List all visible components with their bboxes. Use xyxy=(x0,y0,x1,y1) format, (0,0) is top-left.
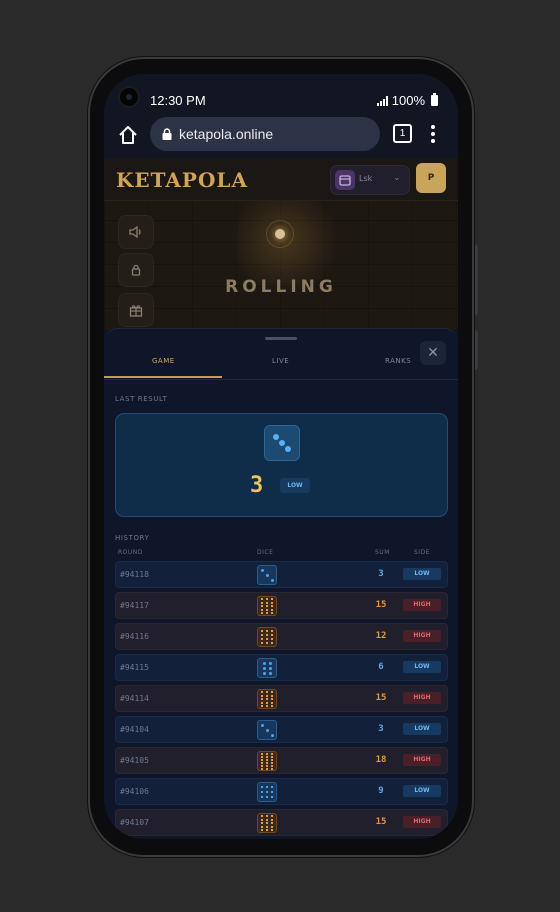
volume-button xyxy=(474,330,478,370)
history-round: #94117 xyxy=(120,601,149,610)
chevron-down-icon: ⌄ xyxy=(393,173,401,183)
die-icon xyxy=(257,689,277,709)
last-result-label: LAST RESULT xyxy=(115,395,168,403)
die-icon xyxy=(257,782,277,802)
tab-ranks[interactable]: RANKS xyxy=(385,357,411,365)
die-icon xyxy=(257,596,277,616)
history-row[interactable]: #94104 3 LOW xyxy=(115,716,448,743)
history-row[interactable]: #94118 3 LOW xyxy=(115,561,448,588)
die-icon xyxy=(257,627,277,647)
history-side-badge: LOW xyxy=(403,568,441,580)
wallet-selector[interactable]: Lsk ⌄ xyxy=(330,165,410,195)
browser-menu-icon[interactable] xyxy=(431,125,435,143)
site-header: KETAPOLA Lsk ⌄ P xyxy=(104,158,458,201)
address-bar[interactable]: ketapola.online xyxy=(150,117,380,151)
tab-switcher-button[interactable]: 1 xyxy=(393,124,412,143)
fairness-lock-button[interactable] xyxy=(118,253,154,287)
history-side-badge: HIGH xyxy=(403,599,441,611)
die-icon xyxy=(257,658,277,678)
last-result-sum: 3 xyxy=(250,473,264,498)
history-sum: 3 xyxy=(378,569,384,579)
history-row[interactable]: #94107 15 HIGH xyxy=(115,809,448,836)
history-sum: 9 xyxy=(378,786,384,796)
history-round: #94116 xyxy=(120,632,149,641)
history-side-badge: LOW xyxy=(403,785,441,797)
history-row[interactable]: #94115 6 LOW xyxy=(115,654,448,681)
speaker-icon xyxy=(129,225,141,239)
hanging-lamp-icon xyxy=(275,229,285,239)
column-sum: SUM xyxy=(375,549,390,556)
die-face-icon xyxy=(264,425,300,461)
battery-percent: 100% xyxy=(391,93,425,108)
history-row[interactable]: #94116 12 HIGH xyxy=(115,623,448,650)
history-side-badge: LOW xyxy=(403,723,441,735)
history-side-badge: HIGH xyxy=(403,630,441,642)
history-round: #94106 xyxy=(120,787,149,796)
status-bar: 12:30 PM 100% xyxy=(104,74,458,110)
last-result-side-badge: LOW xyxy=(280,478,310,493)
history-side-badge: HIGH xyxy=(403,692,441,704)
drag-handle[interactable] xyxy=(265,337,297,340)
history-row[interactable]: #94117 15 HIGH xyxy=(115,592,448,619)
history-round: #94115 xyxy=(120,663,149,672)
column-dice: DICE xyxy=(257,549,274,556)
sheet-tabs: GAME LIVE RANKS xyxy=(104,353,458,380)
history-round: #94104 xyxy=(120,725,149,734)
sound-toggle-button[interactable] xyxy=(118,215,154,249)
tab-game[interactable]: GAME xyxy=(152,357,175,365)
history-side-badge: HIGH xyxy=(403,754,441,766)
history-round: #94107 xyxy=(120,818,149,827)
gift-icon xyxy=(129,305,143,317)
tab-live[interactable]: LIVE xyxy=(272,357,289,365)
die-icon xyxy=(257,565,277,585)
front-camera xyxy=(120,88,138,106)
url-text: ketapola.online xyxy=(179,126,274,142)
active-tab-indicator xyxy=(104,376,222,378)
history-row[interactable]: #94106 9 LOW xyxy=(115,778,448,805)
last-result-card: 3 LOW xyxy=(115,413,448,517)
history-sum: 15 xyxy=(375,817,387,827)
wallet-label: Lsk xyxy=(359,174,373,183)
history-side-badge: LOW xyxy=(403,661,441,673)
battery-icon xyxy=(431,93,438,106)
history-sum: 12 xyxy=(375,631,387,641)
history-sum: 6 xyxy=(378,662,384,672)
status-indicators: 100% xyxy=(376,93,438,108)
browser-toolbar: ketapola.online 1 xyxy=(104,110,458,158)
history-round: #94118 xyxy=(120,570,149,579)
history-sum: 3 xyxy=(378,724,384,734)
column-round: ROUND xyxy=(118,549,143,556)
history-side-badge: HIGH xyxy=(403,816,441,828)
column-side: SIDE xyxy=(414,549,430,556)
die-icon xyxy=(257,720,277,740)
history-round: #94105 xyxy=(120,756,149,765)
power-button xyxy=(474,245,478,315)
roll-status: ROLLING xyxy=(225,277,337,297)
lock-icon xyxy=(162,128,172,140)
die-icon xyxy=(257,813,277,833)
history-label: HISTORY xyxy=(115,534,150,542)
site-logo[interactable]: KETAPOLA xyxy=(116,168,248,192)
padlock-icon xyxy=(131,264,141,276)
history-row[interactable]: #94114 15 HIGH xyxy=(115,685,448,712)
history-round: #94114 xyxy=(120,694,149,703)
die-icon xyxy=(257,751,277,771)
bottom-sheet: ✕ GAME LIVE RANKS LAST RESULT 3 LOW HIST… xyxy=(104,328,458,839)
phone-screen: 12:30 PM 100% ketapola.online 1 KETAPOLA xyxy=(104,74,458,839)
game-stage: ROLLING xyxy=(104,201,458,331)
home-icon[interactable] xyxy=(118,125,138,145)
gift-button[interactable] xyxy=(118,293,154,327)
status-time: 12:30 PM xyxy=(150,93,206,108)
history-sum: 18 xyxy=(375,755,387,765)
history-sum: 15 xyxy=(375,600,387,610)
signal-icon xyxy=(376,95,388,106)
wallet-icon xyxy=(335,170,355,190)
history-row[interactable]: #94105 18 HIGH xyxy=(115,747,448,774)
profile-avatar-button[interactable]: P xyxy=(416,163,446,193)
history-sum: 15 xyxy=(375,693,387,703)
